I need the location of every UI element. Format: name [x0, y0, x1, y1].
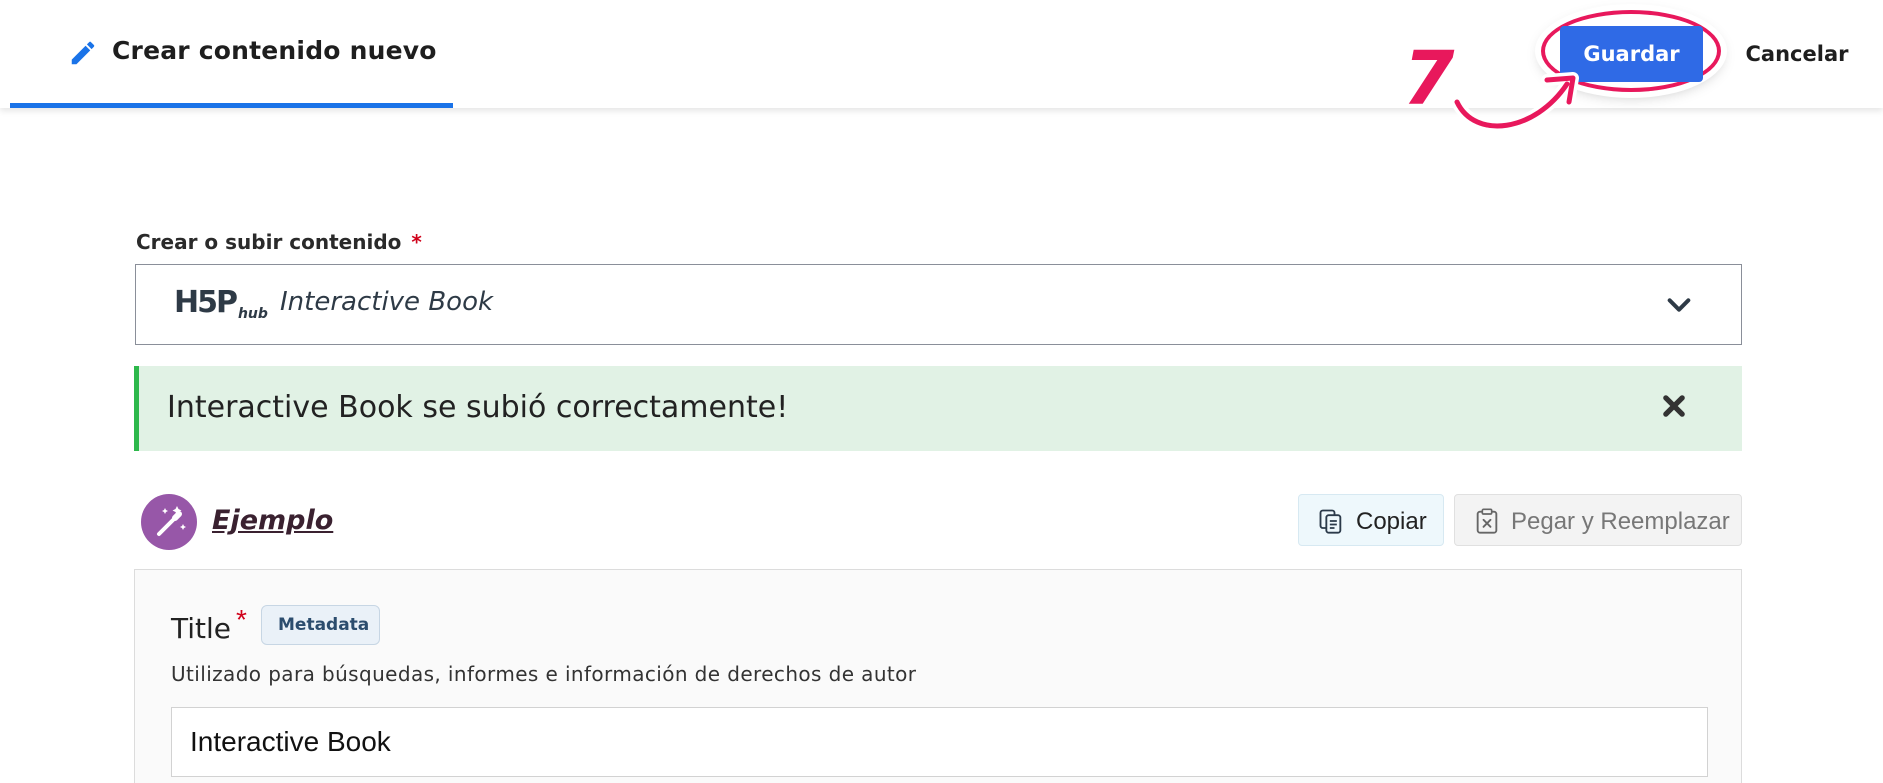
paste-replace-button[interactable]: Pegar y Reemplazar	[1454, 494, 1742, 546]
content-type-select[interactable]: H5P hub Interactive Book	[135, 264, 1742, 345]
page-title: Crear contenido nuevo	[112, 36, 437, 65]
active-tab-indicator	[10, 103, 453, 108]
title-field-description: Utilizado para búsquedas, informes e inf…	[171, 662, 917, 686]
alert-message: Interactive Book se subió correctamente!	[167, 390, 789, 425]
title-input[interactable]	[171, 707, 1708, 777]
h5p-hub-logo: H5P hub	[174, 285, 268, 322]
top-bar: Crear contenido nuevo Guardar Cancelar	[0, 0, 1883, 108]
step-number-annotation: 7	[1403, 36, 1455, 122]
copy-icon	[1319, 509, 1342, 534]
required-star: *	[236, 604, 247, 635]
chevron-down-icon	[1667, 298, 1691, 312]
cancel-button[interactable]: Cancelar	[1732, 26, 1862, 82]
magic-wand-icon	[141, 494, 197, 550]
copy-button[interactable]: Copiar	[1298, 494, 1444, 546]
success-alert: Interactive Book se subió correctamente!	[134, 366, 1742, 451]
selected-content-type: Interactive Book	[280, 287, 494, 317]
pencil-icon	[71, 41, 95, 65]
close-icon[interactable]	[1660, 392, 1688, 420]
form-panel: Title * Metadata Utilizado para búsqueda…	[134, 569, 1742, 783]
paste-replace-label: Pegar y Reemplazar	[1511, 508, 1730, 535]
clipboard-icon	[1476, 508, 1498, 534]
copy-label: Copiar	[1356, 508, 1427, 535]
tab-create-content[interactable]: Crear contenido nuevo	[10, 0, 453, 108]
title-field-label: Title	[171, 612, 232, 645]
metadata-button[interactable]: Metadata	[261, 605, 381, 645]
example-link[interactable]: Ejemplo	[212, 505, 333, 536]
required-star: *	[411, 230, 422, 254]
content-select-label: Crear o subir contenido *	[136, 230, 422, 254]
